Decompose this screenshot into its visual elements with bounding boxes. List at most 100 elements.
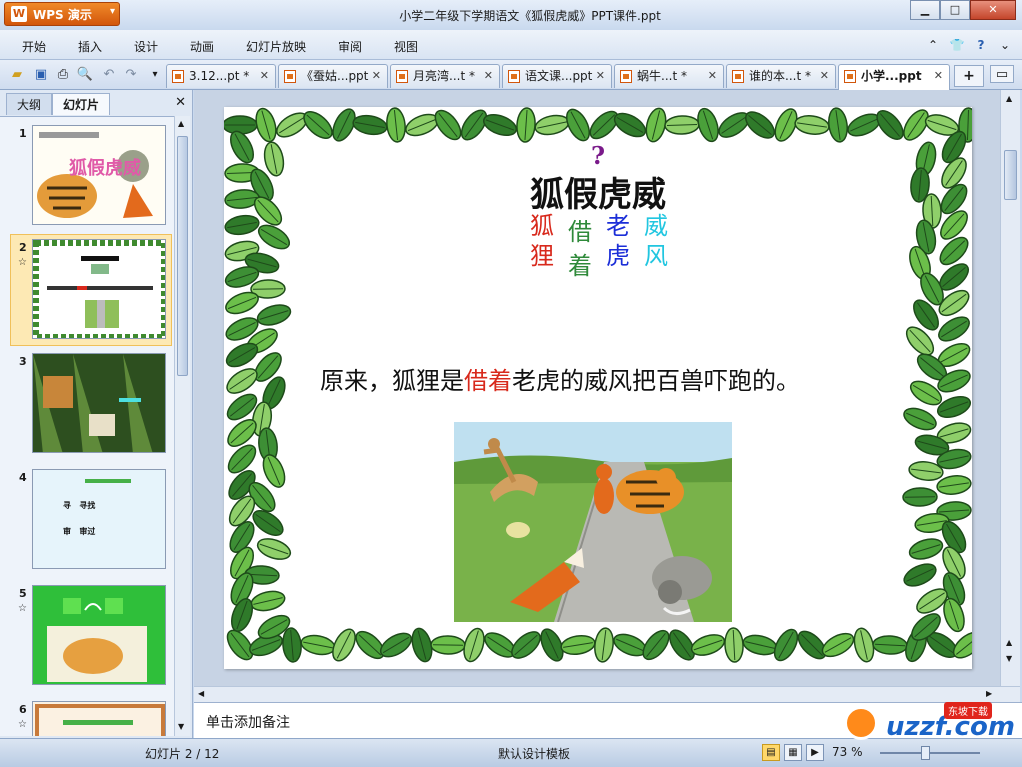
tab-document-5[interactable]: 蜗牛...t * ✕ xyxy=(614,64,724,88)
leaf xyxy=(938,316,970,342)
print-preview-icon[interactable]: 🔍 xyxy=(76,66,94,84)
scroll-up-icon[interactable]: ▲ xyxy=(178,119,184,128)
new-tab-button[interactable]: + xyxy=(954,65,984,87)
tab-close-icon[interactable]: ✕ xyxy=(372,65,381,87)
tab-document-2[interactable]: 《蚕姑...ppt ✕ xyxy=(278,64,388,88)
menu-review[interactable]: 审阅 xyxy=(338,38,362,55)
tab-outline[interactable]: 大纲 xyxy=(6,93,53,115)
thumb-number: 4 xyxy=(19,471,27,484)
tab-document-3[interactable]: 月亮湾...t * ✕ xyxy=(390,64,500,88)
tab-close-icon[interactable]: ✕ xyxy=(260,65,269,87)
menu-right-icons: ⌃ 👕 ? ⌄ xyxy=(924,36,1014,54)
slideshow-view-icon[interactable]: ▶ xyxy=(806,744,824,761)
tab-label: 《蚕姑...ppt xyxy=(301,69,369,83)
slide-thumbnail-6[interactable] xyxy=(32,701,166,736)
minimize-ribbon-icon[interactable]: ⌃ xyxy=(924,36,942,54)
maximize-button[interactable]: □ xyxy=(940,0,970,20)
slide-thumbnails: 1 狐假虎威 2 ☆ 3 4 寻 寻找 审 审过 5 ☆ 6 ☆ xyxy=(0,116,174,736)
slide-thumbnail-2[interactable] xyxy=(32,239,166,339)
slide-content: ? 狐假虎威 狐 狸 借 着 老 虎 威 风 原来，狐狸是借着老虎的威风把百兽吓… xyxy=(258,107,938,669)
word-column-1: 狐 狸 xyxy=(526,211,558,271)
menu-insert[interactable]: 插入 xyxy=(78,38,102,55)
slide-thumbnail-5[interactable] xyxy=(32,585,166,685)
tab-document-6[interactable]: 谁的本...t * ✕ xyxy=(726,64,836,88)
ppt-file-icon xyxy=(172,70,184,83)
tab-label: 3.12...pt * xyxy=(189,69,250,83)
prev-slide-icon[interactable]: ▲ xyxy=(1006,638,1012,647)
tab-close-icon[interactable]: ✕ xyxy=(596,65,605,87)
leaf xyxy=(227,444,257,474)
thumbnail-scrollbar[interactable]: ▲ ▼ xyxy=(174,116,190,736)
wps-app-menu-button[interactable]: W WPS 演示 ▾ xyxy=(4,2,120,26)
panel-close-icon[interactable]: ✕ xyxy=(175,95,186,110)
thumbnail-3-art xyxy=(33,354,165,452)
scrollbar-thumb[interactable] xyxy=(177,136,188,376)
tab-close-icon[interactable]: ✕ xyxy=(708,65,717,87)
tab-document-1[interactable]: 3.12...pt * ✕ xyxy=(166,64,276,88)
menu-design[interactable]: 设计 xyxy=(134,38,158,55)
tab-close-icon[interactable]: ✕ xyxy=(934,65,943,87)
uzzf-watermark-logo: uzzf.com 东坡下载 xyxy=(840,700,1020,750)
menu-view[interactable]: 视图 xyxy=(394,38,418,55)
app-button-label: WPS 演示 xyxy=(33,7,92,22)
open-folder-icon[interactable]: ▰ xyxy=(8,66,26,84)
design-template-name: 默认设计模板 xyxy=(498,747,571,761)
menu-slideshow[interactable]: 幻灯片放映 xyxy=(246,38,306,55)
slide-sentence[interactable]: 原来，狐狸是借着老虎的威风把百兽吓跑的。 xyxy=(320,361,800,396)
word-column-4: 威 风 xyxy=(640,211,672,271)
slide-edit-area: ? 狐假虎威 狐 狸 借 着 老 虎 威 风 原来，狐狸是借着老虎的威风把百兽吓… xyxy=(194,90,1000,686)
menu-home[interactable]: 开始 xyxy=(22,38,46,55)
close-button[interactable]: ✕ xyxy=(970,0,1016,20)
next-slide-icon[interactable]: ▼ xyxy=(1006,654,1012,663)
scroll-down-icon[interactable]: ▼ xyxy=(178,722,184,731)
help-icon[interactable]: ? xyxy=(972,36,990,54)
thumb-number: 5 xyxy=(19,587,27,600)
print-icon[interactable]: ⎙ xyxy=(54,66,72,84)
scroll-left-icon[interactable]: ◀ xyxy=(198,689,204,698)
tab-label: 语文课...ppt xyxy=(525,69,593,83)
tab-document-active[interactable]: 小学...ppt ✕ xyxy=(838,64,950,90)
minimize-button[interactable]: ▁ xyxy=(910,0,940,20)
thumbnail-4-heading xyxy=(85,479,131,483)
sentence-part: 原来，狐狸是 xyxy=(320,367,464,395)
thumbnail-6-art xyxy=(33,702,165,736)
zoom-slider[interactable] xyxy=(880,752,980,754)
slide-vertical-scrollbar[interactable]: ▲ ▲ ▼ xyxy=(1000,90,1020,686)
scrollbar-thumb[interactable] xyxy=(1004,150,1017,200)
tab-document-4[interactable]: 语文课...ppt ✕ xyxy=(502,64,612,88)
word-char: 虎 xyxy=(606,242,630,270)
redo-icon[interactable]: ↷ xyxy=(122,66,140,84)
tab-slides[interactable]: 幻灯片 xyxy=(52,93,111,115)
window-controls: ▁ □ ✕ xyxy=(910,0,1016,20)
leaf xyxy=(224,214,260,236)
normal-view-icon[interactable]: ▤ xyxy=(762,744,780,761)
expand-icon[interactable]: ⌄ xyxy=(996,36,1014,54)
save-icon[interactable]: ▣ xyxy=(32,66,50,84)
undo-icon[interactable]: ↶ xyxy=(100,66,118,84)
toolbar-dropdown-icon[interactable]: ▾ xyxy=(146,66,164,84)
sentence-part: 老虎的威风把百兽吓跑的。 xyxy=(512,367,800,395)
sentence-highlight: 借着 xyxy=(464,367,512,395)
wps-logo-icon: W xyxy=(11,6,27,22)
slide-thumbnail-3[interactable] xyxy=(32,353,166,453)
thumbnail-5-art xyxy=(33,586,165,684)
word-column-3: 老 虎 xyxy=(602,211,634,271)
current-slide[interactable]: ? 狐假虎威 狐 狸 借 着 老 虎 威 风 原来，狐狸是借着老虎的威风把百兽吓… xyxy=(224,107,972,669)
tab-list-icon[interactable]: ▭ xyxy=(990,65,1014,83)
tab-close-icon[interactable]: ✕ xyxy=(484,65,493,87)
slide-thumbnail-1[interactable]: 狐假虎威 xyxy=(32,125,166,225)
thumbnail-1-art: 狐假虎威 xyxy=(33,126,165,224)
animation-star-icon: ☆ xyxy=(18,257,27,268)
slide-thumbnail-4[interactable]: 寻 寻找 审 审过 xyxy=(32,469,166,569)
scroll-right-icon[interactable]: ▶ xyxy=(986,689,992,698)
skin-icon[interactable]: 👕 xyxy=(948,36,966,54)
thumb-number: 2 xyxy=(19,241,27,254)
scroll-up-icon[interactable]: ▲ xyxy=(1006,94,1012,103)
fox-tiger-illustration[interactable] xyxy=(454,422,732,622)
slide-title[interactable]: 狐假虎威 xyxy=(258,167,938,216)
tab-close-icon[interactable]: ✕ xyxy=(820,65,829,87)
menu-animation[interactable]: 动画 xyxy=(190,38,214,55)
window-title: 小学二年级下学期语文《狐假虎威》PPT课件.ppt xyxy=(399,9,661,23)
ppt-file-icon xyxy=(284,70,296,83)
slide-sorter-view-icon[interactable]: ▦ xyxy=(784,744,802,761)
